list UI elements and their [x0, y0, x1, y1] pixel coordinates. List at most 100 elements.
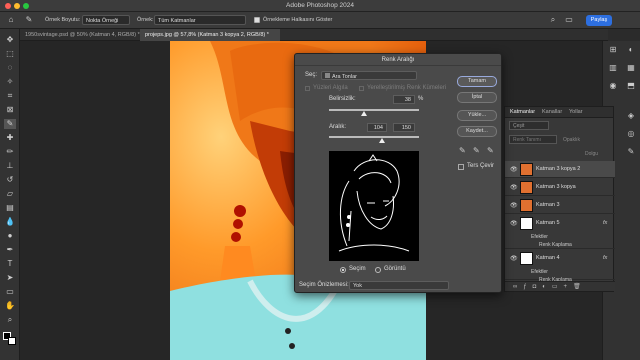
mask-icon[interactable]: ◘: [533, 284, 543, 290]
fuzziness-label: Belirsizlik:: [329, 96, 356, 102]
crop-tool-icon[interactable]: ⌗: [4, 91, 16, 101]
sample-select[interactable]: Tüm Katmanlar: [154, 15, 246, 25]
select-dropdown[interactable]: Ara Tonlar: [321, 71, 417, 80]
eyedropper-tool-icon[interactable]: ✎: [4, 119, 16, 129]
sample-label: Örnek:: [137, 17, 154, 23]
load-button[interactable]: Yükle...: [457, 110, 497, 121]
layer-row[interactable]: 👁 Katman 3: [505, 197, 615, 214]
invert-checkbox[interactable]: [458, 164, 464, 170]
tab-document-1[interactable]: 1950svintage.psd @ 50% (Katman 4, RGB/8)…: [20, 29, 140, 41]
effect-item[interactable]: Renk Kaplama: [539, 242, 572, 248]
show-sampling-ring-checkbox[interactable]: [254, 17, 260, 23]
range-slider-knob[interactable]: [379, 138, 385, 143]
zoom-tool-icon[interactable]: ⌕: [4, 315, 16, 325]
layers-panel: Katmanlar Kanallar Yollar Çeşit Renk Tan…: [504, 106, 615, 292]
properties-icon[interactable]: ◉: [608, 81, 618, 91]
cancel-button[interactable]: İptal: [457, 92, 497, 103]
show-sampling-ring-label: Örnekleme Halkasını Göster: [263, 17, 333, 23]
visibility-eye-icon[interactable]: 👁: [510, 202, 518, 209]
selection-radio-label: Seçim: [349, 266, 366, 272]
fuzziness-slider-knob[interactable]: [361, 111, 367, 116]
selection-radio[interactable]: [340, 267, 346, 273]
layer-row[interactable]: 👁 Katman 3 kopya: [505, 179, 615, 196]
layer-filter-search[interactable]: Çeşit: [509, 121, 549, 130]
eyedropper-tool-icon[interactable]: ✎: [24, 15, 34, 25]
search-icon[interactable]: ⌕: [548, 15, 558, 25]
move-tool-icon[interactable]: ✥: [4, 35, 16, 45]
fx-menu-icon[interactable]: ƒ: [523, 284, 532, 290]
layer-row[interactable]: 👁 Katman 3 kopya 2: [505, 161, 615, 178]
localized-clusters-label: Yerelleştirilmiş Renk Kümeleri: [367, 85, 447, 91]
gradient-tool-icon[interactable]: ▤: [4, 203, 16, 213]
rectangle-tool-icon[interactable]: ▭: [4, 287, 16, 297]
tab-channels[interactable]: Kanallar: [542, 109, 562, 115]
blend-mode-select[interactable]: Renk Tanımı: [509, 135, 557, 144]
eyedropper-plus-icon[interactable]: ✎: [473, 146, 480, 155]
layer-row[interactable]: 👁 Katman 5 fx Efektler Renk Kaplama: [505, 215, 615, 249]
workspace-icon[interactable]: ▭: [564, 15, 574, 25]
libraries-icon[interactable]: ⬒: [626, 81, 636, 91]
fx-icon[interactable]: fx: [603, 220, 607, 226]
channels-panel-icon[interactable]: ◎: [626, 129, 636, 139]
image-radio[interactable]: [375, 267, 381, 273]
visibility-eye-icon[interactable]: 👁: [510, 166, 518, 173]
image-radio-label: Görüntü: [384, 266, 406, 272]
quick-select-tool-icon[interactable]: ✧: [4, 77, 16, 87]
share-button[interactable]: Paylaş: [586, 15, 612, 26]
swatches-icon[interactable]: ▦: [626, 63, 636, 73]
eyedropper-icon[interactable]: ✎: [459, 146, 466, 155]
range-low-input[interactable]: 104: [367, 123, 387, 132]
lasso-tool-icon[interactable]: ◌: [4, 63, 16, 73]
pen-tool-icon[interactable]: ✒: [4, 245, 16, 255]
select-label: Seç:: [305, 72, 318, 78]
frame-tool-icon[interactable]: ⊠: [4, 105, 16, 115]
detect-faces-label: Yüzleri Algıla: [313, 85, 348, 91]
blur-tool-icon[interactable]: 💧: [4, 217, 16, 227]
brush-tool-icon[interactable]: ✏: [4, 147, 16, 157]
hand-tool-icon[interactable]: ✋: [4, 301, 16, 311]
background-color-swatch[interactable]: [8, 337, 16, 345]
history-icon[interactable]: ⊞: [608, 45, 618, 55]
detect-faces-checkbox[interactable]: [305, 86, 310, 91]
group-icon[interactable]: ▭: [552, 284, 564, 290]
sample-size-select[interactable]: Nokta Örneği: [82, 15, 130, 25]
range-slider-track[interactable]: [329, 136, 419, 138]
tab-document-2[interactable]: projeps.jpg @ 57,8% (Katman 3 kopya 2, R…: [140, 29, 280, 41]
delete-layer-icon[interactable]: 🗑: [573, 284, 587, 290]
eraser-tool-icon[interactable]: ▱: [4, 189, 16, 199]
visibility-eye-icon[interactable]: 👁: [510, 220, 518, 227]
title-bar: Adobe Photoshop 2024: [0, 0, 640, 12]
history-brush-tool-icon[interactable]: ↺: [4, 175, 16, 185]
visibility-eye-icon[interactable]: 👁: [510, 255, 518, 262]
clone-stamp-tool-icon[interactable]: ⊥: [4, 161, 16, 171]
fuzziness-input[interactable]: 38: [393, 95, 415, 104]
dodge-tool-icon[interactable]: ●: [4, 231, 16, 241]
selection-preview-select[interactable]: Yok: [349, 281, 449, 290]
localized-clusters-checkbox[interactable]: [359, 86, 364, 91]
type-tool-icon[interactable]: T: [4, 259, 16, 269]
color-icon[interactable]: ▥: [608, 63, 618, 73]
path-select-tool-icon[interactable]: ➤: [4, 273, 16, 283]
tab-layers[interactable]: Katmanlar: [510, 109, 535, 115]
adjustments-icon[interactable]: ◐: [626, 45, 636, 55]
layers-panel-icon[interactable]: ◈: [626, 111, 636, 121]
layers-panel-tabs: Katmanlar Kanallar Yollar: [505, 107, 613, 118]
fill-label: Dolgu: [585, 151, 599, 157]
marquee-tool-icon[interactable]: ⬚: [4, 49, 16, 59]
range-high-input[interactable]: 150: [393, 123, 415, 132]
link-layers-icon[interactable]: ∞: [513, 284, 523, 290]
home-icon[interactable]: ⌂: [6, 15, 16, 25]
fx-icon[interactable]: fx: [603, 255, 607, 261]
tab-paths[interactable]: Yollar: [569, 109, 583, 115]
ok-button[interactable]: Tamam: [457, 76, 497, 87]
eyedropper-minus-icon[interactable]: ✎: [487, 146, 494, 155]
adjustment-layer-icon[interactable]: ◐: [542, 284, 552, 290]
save-button[interactable]: Kaydet...: [457, 126, 497, 137]
visibility-eye-icon[interactable]: 👁: [510, 184, 518, 191]
app-title: Adobe Photoshop 2024: [286, 2, 354, 9]
paths-panel-icon[interactable]: ✎: [626, 147, 636, 157]
fuzziness-slider-track[interactable]: [329, 109, 419, 111]
layer-row[interactable]: 👁 Katman 4 fx Efektler Renk Kaplama: [505, 250, 615, 283]
healing-brush-tool-icon[interactable]: ✚: [4, 133, 16, 143]
new-layer-icon[interactable]: +: [564, 284, 574, 290]
